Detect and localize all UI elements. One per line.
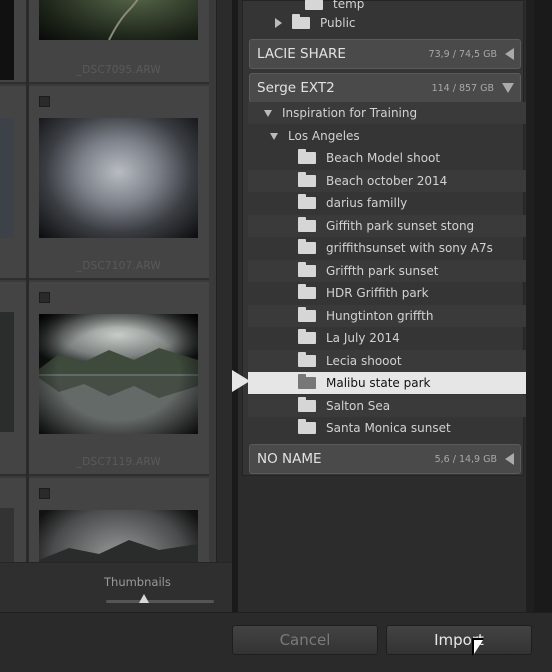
folder-icon: [298, 239, 316, 254]
folder-item[interactable]: Beach october 2014: [248, 169, 527, 192]
expand-arrow-icon[interactable]: [502, 83, 514, 93]
thumbnail-cell[interactable]: _DSC7107.ARW: [29, 86, 209, 280]
volume-name: LACIE SHARE: [257, 46, 346, 62]
folder-label: Beach Model shoot: [326, 151, 441, 165]
folder-icon: [298, 329, 316, 344]
folder-icon: [292, 14, 310, 29]
dialog-footer: Cancel Import: [0, 612, 552, 672]
import-button[interactable]: Import: [386, 625, 532, 655]
folder-icon: [298, 171, 316, 187]
folder-item[interactable]: La July 2014: [248, 327, 527, 349]
volume-size: 73,9 / 74,5 GB: [428, 48, 497, 60]
tree-item-los-angeles[interactable]: Los Angeles: [248, 125, 527, 147]
folder-icon: [298, 306, 316, 322]
folder-label: Hungtinton griffth: [326, 308, 434, 323]
collapse-arrow-icon[interactable]: [505, 48, 514, 60]
folder-item[interactable]: HDR Griffith park: [248, 282, 527, 304]
folder-icon: [305, 0, 323, 10]
thumbnail-filename: _DSC7119.ARW: [76, 456, 161, 468]
disclosure-triangle-icon[interactable]: [264, 109, 272, 117]
tree-item-inspiration[interactable]: Inspiration for Training: [248, 102, 527, 124]
folder-browser: temp Public LACIE SHARE 73,9 / 74,5 GB S…: [242, 0, 527, 476]
folder-label: temp: [333, 0, 365, 11]
folder-label: Lecia shooot: [326, 353, 402, 368]
folder-icon: [298, 149, 316, 164]
volume-name: Serge EXT2: [257, 80, 335, 96]
thumbnail-checkbox[interactable]: [39, 292, 50, 303]
folder-icon: [298, 261, 316, 277]
disclosure-triangle-icon[interactable]: [275, 18, 282, 28]
folder-icon: [298, 351, 316, 367]
thumbnail-size-slider-knob[interactable]: [138, 594, 149, 603]
folder-label: griffithsunset with sony A7s: [326, 241, 493, 255]
folder-icon: [298, 216, 316, 232]
selection-pointer-icon: [232, 370, 250, 392]
folder-item[interactable]: Public: [275, 12, 515, 34]
thumbnail-filename: _DSC7095.ARW: [76, 64, 161, 76]
folder-label: Giffith park sunset stong: [326, 218, 475, 233]
thumbnails-label: Thumbnails: [104, 575, 171, 589]
folder-item[interactable]: griffithsunset with sony A7s: [248, 237, 527, 259]
folder-label: Santa Monica sunset: [326, 421, 451, 435]
folder-item[interactable]: Giffith park sunset stong: [248, 214, 527, 237]
folder-icon: [298, 396, 316, 412]
folder-item[interactable]: Malibu state park: [248, 372, 527, 394]
thumbnail-filename: _DSC7107.ARW: [76, 260, 161, 272]
thumbnail-cell[interactable]: _DSC7119.ARW: [29, 282, 209, 476]
volume-serge-ext2[interactable]: Serge EXT2 114 / 857 GB: [249, 73, 521, 103]
folder-label: Public: [320, 16, 356, 30]
thumbnail-checkbox[interactable]: [39, 96, 50, 107]
tree-label: Inspiration for Training: [282, 106, 418, 120]
folder-label: Griffth park sunset: [326, 263, 439, 278]
thumbnail-size-slider[interactable]: [106, 600, 214, 603]
cancel-button[interactable]: Cancel: [232, 625, 378, 655]
folder-item[interactable]: Lecia shooot: [248, 349, 527, 372]
folder-label: HDR Griffith park: [326, 286, 429, 300]
mouse-pointer-icon: [474, 640, 483, 654]
panel-scrollbar[interactable]: [526, 0, 534, 612]
photo-thumbnail[interactable]: [39, 118, 198, 238]
volume-size: 114 / 857 GB: [431, 82, 494, 94]
folder-icon: [298, 284, 316, 299]
folder-item[interactable]: darius familly: [248, 192, 527, 214]
photo-thumbnail[interactable]: [39, 314, 198, 434]
thumbnail-cell[interactable]: _DSC7095.ARW: [29, 0, 209, 84]
disclosure-triangle-icon[interactable]: [270, 132, 278, 140]
collapse-arrow-icon[interactable]: [505, 453, 514, 465]
folder-icon: [298, 374, 316, 389]
folder-item[interactable]: Salton Sea: [248, 394, 527, 417]
folder-label: Salton Sea: [326, 398, 391, 413]
folder-item[interactable]: Griffth park sunset: [248, 259, 527, 282]
destination-panel: temp Public LACIE SHARE 73,9 / 74,5 GB S…: [232, 0, 527, 612]
folder-label: darius familly: [326, 196, 408, 210]
volume-size: 5,6 / 14,9 GB: [434, 453, 497, 465]
thumbnail-grid: _DSC7095.ARW _DSC7107.ARW _DSC7119.ARW: [0, 0, 232, 562]
thumbnail-checkbox[interactable]: [39, 488, 50, 499]
volume-name: NO NAME: [257, 451, 322, 467]
folder-item[interactable]: Hungtinton griffth: [248, 304, 527, 327]
folder-label: Malibu state park: [326, 376, 431, 390]
folder-icon: [298, 194, 316, 209]
volume-no-name[interactable]: NO NAME 5,6 / 14,9 GB: [249, 444, 521, 474]
tree-label: Los Angeles: [288, 129, 360, 143]
photo-thumbnail[interactable]: [39, 0, 198, 40]
folder-label: La July 2014: [326, 331, 400, 345]
partial-thumbnail-cell[interactable]: [0, 478, 26, 562]
thumbnail-cell[interactable]: [29, 478, 209, 562]
thumbnail-size-bar: Thumbnails: [0, 562, 232, 612]
partial-thumbnail-cell[interactable]: [0, 0, 26, 84]
folder-icon: [298, 419, 316, 434]
folder-label: Beach october 2014: [326, 173, 448, 188]
photo-thumbnail[interactable]: [39, 510, 198, 562]
folder-item[interactable]: Santa Monica sunset: [248, 417, 527, 439]
volume-lacie-share[interactable]: LACIE SHARE 73,9 / 74,5 GB: [249, 39, 521, 69]
partial-thumbnail-cell[interactable]: [0, 86, 26, 280]
grid-scrollbar[interactable]: [216, 0, 232, 562]
folder-item[interactable]: Beach Model shoot: [248, 147, 527, 169]
partial-thumbnail-cell[interactable]: [0, 282, 26, 476]
